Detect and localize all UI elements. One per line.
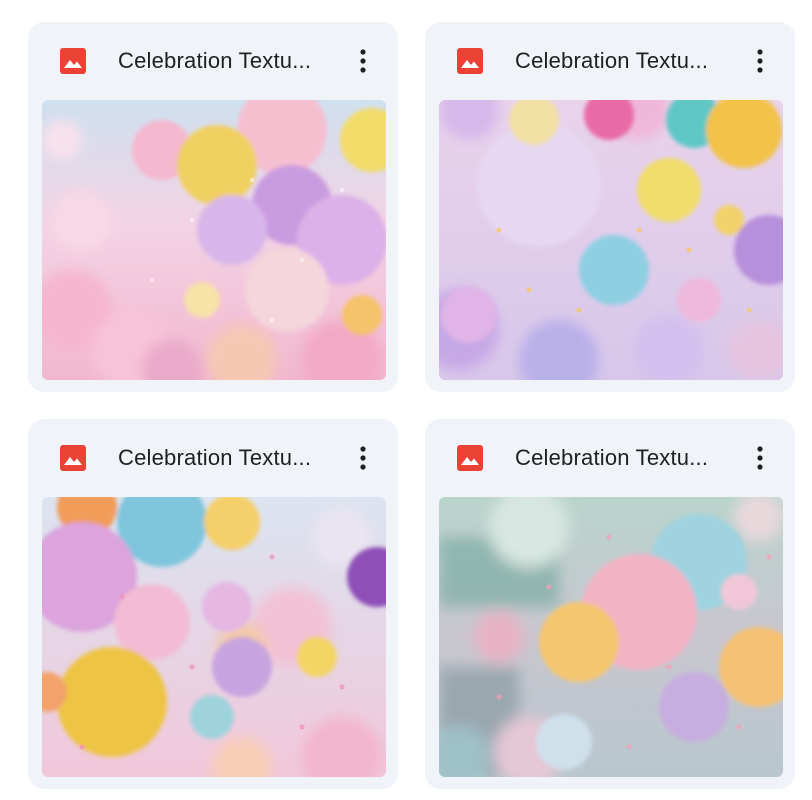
file-thumbnail[interactable] bbox=[42, 497, 386, 777]
file-card-header: Celebration Textu... bbox=[425, 419, 795, 497]
file-name[interactable]: Celebration Textu... bbox=[515, 46, 735, 76]
file-grid: Celebration Textu... Celebration Textu..… bbox=[0, 0, 812, 800]
more-actions-button[interactable] bbox=[346, 44, 380, 78]
file-card-header: Celebration Textu... bbox=[28, 419, 398, 497]
file-name[interactable]: Celebration Textu... bbox=[118, 46, 338, 76]
more-actions-button[interactable] bbox=[346, 441, 380, 475]
balloons-thumbnail-image bbox=[439, 497, 783, 777]
more-vert-icon bbox=[757, 446, 763, 470]
file-thumbnail[interactable] bbox=[42, 100, 386, 380]
more-actions-button[interactable] bbox=[743, 441, 777, 475]
image-file-icon bbox=[457, 48, 483, 74]
more-vert-icon bbox=[757, 49, 763, 73]
file-thumbnail[interactable] bbox=[439, 497, 783, 777]
balloons-thumbnail-image bbox=[42, 100, 386, 380]
file-card-header: Celebration Textu... bbox=[28, 22, 398, 100]
file-card[interactable]: Celebration Textu... bbox=[425, 22, 795, 392]
image-file-icon bbox=[60, 445, 86, 471]
more-actions-button[interactable] bbox=[743, 44, 777, 78]
more-vert-icon bbox=[360, 446, 366, 470]
file-card[interactable]: Celebration Textu... bbox=[28, 22, 398, 392]
file-name[interactable]: Celebration Textu... bbox=[118, 443, 338, 473]
image-file-icon bbox=[60, 48, 86, 74]
file-card[interactable]: Celebration Textu... bbox=[425, 419, 795, 789]
balloons-thumbnail-image bbox=[42, 497, 386, 777]
balloons-thumbnail-image bbox=[439, 100, 783, 380]
file-thumbnail[interactable] bbox=[439, 100, 783, 380]
file-card[interactable]: Celebration Textu... bbox=[28, 419, 398, 789]
file-name[interactable]: Celebration Textu... bbox=[515, 443, 735, 473]
image-file-icon bbox=[457, 445, 483, 471]
file-card-header: Celebration Textu... bbox=[425, 22, 795, 100]
more-vert-icon bbox=[360, 49, 366, 73]
